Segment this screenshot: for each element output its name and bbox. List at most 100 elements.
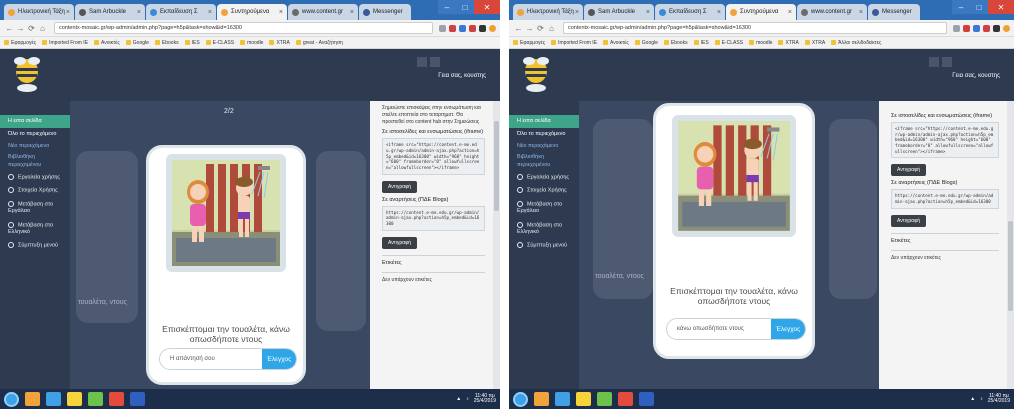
start-button[interactable] — [4, 391, 19, 407]
browser-tab[interactable]: Sam Arbuckle × — [75, 4, 145, 20]
user-greeting[interactable]: Γεια σας, κουστης — [952, 73, 1000, 79]
bookmark[interactable]: moodle — [749, 40, 772, 46]
close-icon[interactable]: × — [859, 9, 863, 16]
browser-tab[interactable]: Ηλεκτρονική Τάξη × — [4, 4, 74, 20]
bookmark[interactable]: great - Αναζήτηση — [296, 40, 343, 46]
answer-input[interactable]: κάνω οπωσδήποτε ντους — [667, 319, 771, 339]
volume-icon[interactable]: ♪ — [980, 396, 983, 402]
answer-input[interactable]: Η απάντησή σου — [160, 349, 262, 369]
close-window-button[interactable]: ✕ — [474, 0, 500, 14]
close-icon[interactable]: × — [350, 9, 354, 16]
sidebar-item-goto-greek[interactable]: Μετάβαση στο Ελληνικό — [509, 219, 579, 240]
extension-icon[interactable] — [479, 24, 486, 32]
copy-link-button[interactable]: Αντιγραφή — [382, 236, 418, 249]
reload-icon[interactable]: ⟳ — [535, 24, 546, 33]
browser-tab-active[interactable]: Συντηρούμενα × — [217, 4, 287, 20]
close-icon[interactable]: × — [208, 9, 212, 16]
bookmark[interactable]: XTRA — [778, 40, 798, 46]
star-icon[interactable] — [439, 24, 446, 32]
reload-icon[interactable]: ⟳ — [26, 24, 37, 33]
taskbar-app-icon[interactable] — [25, 392, 40, 406]
extension-icon[interactable] — [469, 24, 476, 32]
copy-embed-button[interactable]: Αντιγραφή — [891, 164, 927, 177]
sidebar-item-new-content[interactable]: Νέο περιεχόμενο — [0, 141, 70, 152]
taskbar-app-icon[interactable] — [67, 392, 82, 406]
user-greeting[interactable]: Γεια σας, κουστης — [438, 73, 486, 79]
close-icon[interactable]: × — [646, 9, 650, 16]
bookmark[interactable]: XTRA — [269, 40, 289, 46]
bookmark[interactable]: IES — [185, 40, 200, 46]
bee-logo-icon[interactable] — [12, 55, 42, 93]
extension-icon[interactable] — [993, 24, 1000, 32]
sidebar-item-goto-tool[interactable]: Μετάβαση στο Εργάλειο — [0, 198, 70, 219]
bookmark[interactable]: moodle — [240, 40, 263, 46]
home-icon[interactable]: ⌂ — [546, 24, 557, 33]
bookmark[interactable]: Ανοικτές — [603, 40, 629, 46]
browser-tab[interactable]: Ηλεκτρονική Τάξη × — [513, 4, 583, 20]
taskbar-app-icon[interactable] — [130, 392, 145, 406]
embed-code-box[interactable]: <iframe src="https://content.e-me.edu.gr… — [382, 138, 485, 175]
sidebar-item-tools[interactable]: Εργαλεία χρήσης — [0, 171, 70, 185]
close-icon[interactable]: × — [66, 9, 70, 16]
url-field[interactable]: contentx-mosaic.gr/wp-admin/admin.php?pa… — [563, 22, 947, 34]
menu-button[interactable] — [942, 57, 952, 67]
close-icon[interactable]: × — [717, 9, 721, 16]
bookmark[interactable]: IES — [694, 40, 709, 46]
extension-icon[interactable] — [459, 24, 466, 32]
profile-icon[interactable] — [1003, 24, 1010, 32]
copy-embed-button[interactable]: Αντιγραφή — [382, 180, 418, 193]
taskbar-app-icon[interactable] — [618, 392, 633, 406]
bookmark[interactable]: Ανοικτές — [94, 40, 120, 46]
bookmark[interactable]: Imported From IE — [551, 40, 597, 46]
close-icon[interactable]: × — [575, 9, 579, 16]
previous-card[interactable] — [593, 119, 653, 299]
sidebar-item-usage[interactable]: Στοιχεία Χρήσης — [0, 184, 70, 198]
menu-button[interactable] — [430, 57, 440, 67]
sidebar-item-active[interactable]: Η ειπα σελίδα — [509, 115, 579, 129]
home-icon[interactable]: ⌂ — [37, 24, 48, 33]
scrollbar-thumb[interactable] — [1008, 221, 1013, 311]
taskbar-app-icon[interactable] — [46, 392, 61, 406]
clock[interactable]: 11:40 πμ 25/4/2019 — [474, 393, 496, 405]
minimize-button[interactable]: – — [438, 0, 456, 14]
sidebar-item-new-content[interactable]: Νέο περιεχόμενο — [509, 141, 579, 152]
check-button[interactable]: Έλεγχος — [771, 319, 805, 339]
sidebar-item-active[interactable]: Η ειπα σελίδα — [0, 115, 70, 129]
taskbar-app-icon[interactable] — [639, 392, 654, 406]
taskbar-app-icon[interactable] — [555, 392, 570, 406]
scrollbar-thumb[interactable] — [494, 121, 499, 211]
close-icon[interactable]: × — [279, 9, 283, 16]
copy-link-button[interactable]: Αντιγραφή — [891, 214, 927, 227]
next-card[interactable] — [829, 119, 877, 299]
extension-icon[interactable] — [449, 24, 456, 32]
sidebar-item-collapse[interactable]: Σύμπτυξη μενού — [0, 239, 70, 253]
taskbar-app-icon[interactable] — [576, 392, 591, 406]
taskbar-app-icon[interactable] — [88, 392, 103, 406]
clock[interactable]: 11:40 πμ 25/4/2019 — [988, 393, 1010, 405]
bookmark[interactable]: Εφαρμογές — [513, 40, 545, 46]
sidebar-item-goto-tool[interactable]: Μετάβαση στο Εργάλειο — [509, 198, 579, 219]
bookmark[interactable]: XTRA — [805, 40, 825, 46]
profile-icon[interactable] — [489, 24, 496, 32]
sidebar-item-all-content[interactable]: Όλο το περιεχόμενο — [509, 128, 579, 141]
bookmark[interactable]: Άλλοι σελιδοδείκτες — [831, 40, 881, 46]
sidebar-item-all-content[interactable]: Όλο το περιεχόμενο — [0, 128, 70, 141]
url-field[interactable]: contentx-mosaic.gr/wp-admin/admin.php?pa… — [54, 22, 433, 34]
menu-button[interactable] — [929, 57, 939, 67]
menu-button[interactable] — [417, 57, 427, 67]
sidebar-item-tools[interactable]: Εργαλεία χρήσης — [509, 171, 579, 185]
maximize-button[interactable]: □ — [970, 0, 988, 14]
check-button[interactable]: Έλεγχος — [262, 349, 296, 369]
close-icon[interactable]: × — [137, 9, 141, 16]
forward-icon[interactable]: → — [524, 24, 535, 33]
extension-icon[interactable] — [973, 24, 980, 32]
browser-tab[interactable]: www.content.gr × — [797, 4, 867, 20]
sidebar-item-goto-greek[interactable]: Μετάβαση στο Ελληνικό — [0, 219, 70, 240]
back-icon[interactable]: ← — [4, 24, 15, 33]
close-icon[interactable]: × — [788, 9, 792, 16]
network-icon[interactable]: ▲ — [456, 396, 461, 402]
network-icon[interactable]: ▲ — [970, 396, 975, 402]
browser-tab-active[interactable]: Συντηρούμενα × — [726, 4, 796, 20]
bookmark[interactable]: Ebooks — [664, 40, 688, 46]
bookmark[interactable]: E-CLASS — [206, 40, 234, 46]
